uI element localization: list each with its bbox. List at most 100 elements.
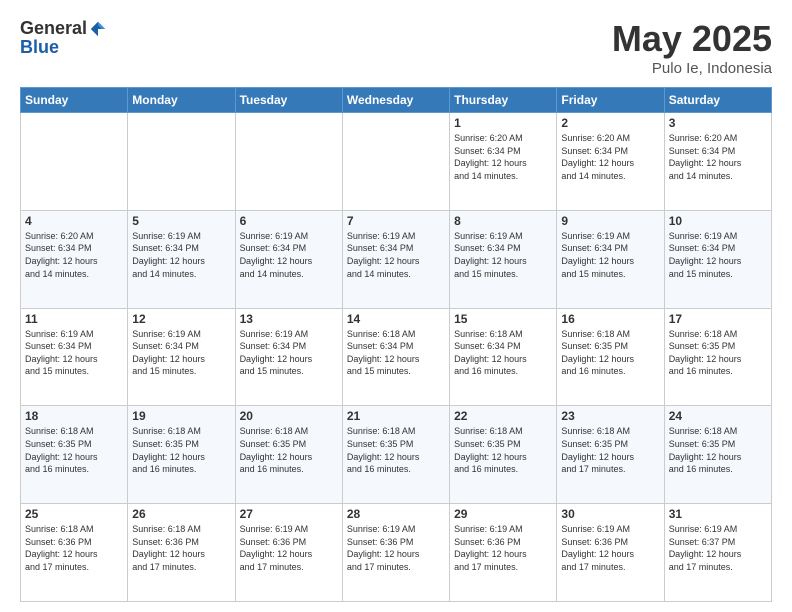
calendar-cell: 22Sunrise: 6:18 AMSunset: 6:35 PMDayligh… — [450, 406, 557, 504]
day-info: Sunrise: 6:19 AMSunset: 6:36 PMDaylight:… — [347, 523, 445, 573]
calendar-cell: 29 Sunrise: 6:19 AMSunset: 6:36 PMDayligh… — [450, 504, 557, 602]
day-info: Sunrise: 6:19 AMSunset: 6:34 PMDaylight:… — [561, 230, 659, 280]
day-info: Sunrise: 6:18 AMSunset: 6:35 PMDaylight:… — [561, 328, 659, 378]
day-number: 4 — [25, 214, 123, 228]
calendar-cell: 31 Sunrise: 6:19 AMSunset: 6:37 PMDayligh… — [664, 504, 771, 602]
day-number: 12 — [132, 312, 230, 326]
col-header-saturday: Saturday — [664, 88, 771, 113]
calendar-cell: 6Sunrise: 6:19 AMSunset: 6:34 PMDaylight… — [235, 210, 342, 308]
day-number: 30 — [561, 507, 659, 521]
day-info: Sunrise: 6:18 AMSunset: 6:35 PMDaylight:… — [669, 425, 767, 475]
day-number: 24 — [669, 409, 767, 423]
calendar-cell: 19 Sunrise: 6:18 AMSunset: 6:35 PMDayligh… — [128, 406, 235, 504]
day-info: Sunrise: 6:18 AMSunset: 6:35 PMDaylight:… — [561, 425, 659, 475]
calendar-row-week-5: 25Sunrise: 6:18 AMSunset: 6:36 PMDayligh… — [21, 504, 772, 602]
day-number: 17 — [669, 312, 767, 326]
calendar-cell: 2 Sunrise: 6:20 AMSunset: 6:34 PMDaylight… — [557, 113, 664, 211]
day-number: 11 — [25, 312, 123, 326]
day-info: Sunrise: 6:18 AMSunset: 6:34 PMDaylight:… — [347, 328, 445, 378]
day-info: Sunrise: 6:18 AMSunset: 6:36 PMDaylight:… — [25, 523, 123, 573]
day-info: Sunrise: 6:19 AMSunset: 6:37 PMDaylight:… — [669, 523, 767, 573]
calendar-cell: 3 Sunrise: 6:20 AMSunset: 6:34 PMDaylight… — [664, 113, 771, 211]
calendar-row-week-1: 1 Sunrise: 6:20 AMSunset: 6:34 PMDaylight… — [21, 113, 772, 211]
logo: General Blue — [20, 18, 107, 58]
calendar-cell: 4 Sunrise: 6:20 AMSunset: 6:34 PMDaylight… — [21, 210, 128, 308]
day-info: Sunrise: 6:18 AMSunset: 6:36 PMDaylight:… — [132, 523, 230, 573]
day-number: 8 — [454, 214, 552, 228]
calendar-cell: 10 Sunrise: 6:19 AMSunset: 6:34 PMDayligh… — [664, 210, 771, 308]
calendar-cell: 12 Sunrise: 6:19 AMSunset: 6:34 PMDayligh… — [128, 308, 235, 406]
day-info: Sunrise: 6:19 AMSunset: 6:34 PMDaylight:… — [669, 230, 767, 280]
calendar-cell — [21, 113, 128, 211]
calendar-cell: 21Sunrise: 6:18 AMSunset: 6:35 PMDayligh… — [342, 406, 449, 504]
calendar-row-week-4: 18Sunrise: 6:18 AMSunset: 6:35 PMDayligh… — [21, 406, 772, 504]
day-number: 10 — [669, 214, 767, 228]
logo-text: General — [20, 18, 107, 39]
day-info: Sunrise: 6:20 AMSunset: 6:34 PMDaylight:… — [561, 132, 659, 182]
title-block: May 2025 Pulo Ie, Indonesia — [612, 18, 772, 77]
day-number: 13 — [240, 312, 338, 326]
day-info: Sunrise: 6:20 AMSunset: 6:34 PMDaylight:… — [669, 132, 767, 182]
day-number: 19 — [132, 409, 230, 423]
logo-blue-text: Blue — [20, 37, 59, 57]
calendar-cell: 27 Sunrise: 6:19 AMSunset: 6:36 PMDayligh… — [235, 504, 342, 602]
calendar-cell: 8 Sunrise: 6:19 AMSunset: 6:34 PMDaylight… — [450, 210, 557, 308]
day-number: 23 — [561, 409, 659, 423]
calendar-cell: 24 Sunrise: 6:18 AMSunset: 6:35 PMDayligh… — [664, 406, 771, 504]
day-info: Sunrise: 6:19 AMSunset: 6:34 PMDaylight:… — [454, 230, 552, 280]
calendar-cell — [342, 113, 449, 211]
day-number: 3 — [669, 116, 767, 130]
day-number: 15 — [454, 312, 552, 326]
day-number: 31 — [669, 507, 767, 521]
page: General Blue May 2025 Pulo Ie, Indonesia… — [0, 0, 792, 612]
title-month: May 2025 — [612, 18, 772, 60]
col-header-sunday: Sunday — [21, 88, 128, 113]
calendar-row-week-3: 11 Sunrise: 6:19 AMSunset: 6:34 PMDayligh… — [21, 308, 772, 406]
day-info: Sunrise: 6:19 AMSunset: 6:36 PMDaylight:… — [454, 523, 552, 573]
day-info: Sunrise: 6:20 AMSunset: 6:34 PMDaylight:… — [25, 230, 123, 280]
title-location: Pulo Ie, Indonesia — [612, 60, 772, 77]
day-number: 29 — [454, 507, 552, 521]
day-info: Sunrise: 6:18 AMSunset: 6:35 PMDaylight:… — [132, 425, 230, 475]
col-header-tuesday: Tuesday — [235, 88, 342, 113]
day-info: Sunrise: 6:19 AMSunset: 6:34 PMDaylight:… — [25, 328, 123, 378]
calendar-cell: 25Sunrise: 6:18 AMSunset: 6:36 PMDayligh… — [21, 504, 128, 602]
calendar-cell: 16 Sunrise: 6:18 AMSunset: 6:35 PMDayligh… — [557, 308, 664, 406]
day-info: Sunrise: 6:19 AMSunset: 6:34 PMDaylight:… — [240, 328, 338, 378]
day-info: Sunrise: 6:18 AMSunset: 6:35 PMDaylight:… — [347, 425, 445, 475]
calendar-cell: 20Sunrise: 6:18 AMSunset: 6:35 PMDayligh… — [235, 406, 342, 504]
calendar-cell: 23 Sunrise: 6:18 AMSunset: 6:35 PMDayligh… — [557, 406, 664, 504]
day-info: Sunrise: 6:19 AMSunset: 6:34 PMDaylight:… — [132, 328, 230, 378]
day-number: 20 — [240, 409, 338, 423]
day-number: 5 — [132, 214, 230, 228]
col-header-thursday: Thursday — [450, 88, 557, 113]
day-info: Sunrise: 6:19 AMSunset: 6:34 PMDaylight:… — [347, 230, 445, 280]
calendar-cell: 7 Sunrise: 6:19 AMSunset: 6:34 PMDaylight… — [342, 210, 449, 308]
day-info: Sunrise: 6:18 AMSunset: 6:35 PMDaylight:… — [25, 425, 123, 475]
day-info: Sunrise: 6:18 AMSunset: 6:35 PMDaylight:… — [454, 425, 552, 475]
calendar-cell: 15 Sunrise: 6:18 AMSunset: 6:34 PMDayligh… — [450, 308, 557, 406]
calendar-cell — [128, 113, 235, 211]
header: General Blue May 2025 Pulo Ie, Indonesia — [20, 18, 772, 77]
calendar-cell: 17 Sunrise: 6:18 AMSunset: 6:35 PMDayligh… — [664, 308, 771, 406]
day-number: 26 — [132, 507, 230, 521]
day-number: 1 — [454, 116, 552, 130]
calendar-cell: 18Sunrise: 6:18 AMSunset: 6:35 PMDayligh… — [21, 406, 128, 504]
calendar-cell: 30Sunrise: 6:19 AMSunset: 6:36 PMDayligh… — [557, 504, 664, 602]
day-number: 16 — [561, 312, 659, 326]
day-number: 27 — [240, 507, 338, 521]
calendar-cell: 14Sunrise: 6:18 AMSunset: 6:34 PMDayligh… — [342, 308, 449, 406]
day-number: 2 — [561, 116, 659, 130]
day-info: Sunrise: 6:18 AMSunset: 6:34 PMDaylight:… — [454, 328, 552, 378]
day-info: Sunrise: 6:19 AMSunset: 6:34 PMDaylight:… — [240, 230, 338, 280]
calendar-cell: 11 Sunrise: 6:19 AMSunset: 6:34 PMDayligh… — [21, 308, 128, 406]
calendar-cell: 26 Sunrise: 6:18 AMSunset: 6:36 PMDayligh… — [128, 504, 235, 602]
day-number: 7 — [347, 214, 445, 228]
calendar-cell: 5Sunrise: 6:19 AMSunset: 6:34 PMDaylight… — [128, 210, 235, 308]
day-info: Sunrise: 6:19 AMSunset: 6:36 PMDaylight:… — [240, 523, 338, 573]
day-info: Sunrise: 6:18 AMSunset: 6:35 PMDaylight:… — [669, 328, 767, 378]
col-header-wednesday: Wednesday — [342, 88, 449, 113]
calendar-row-week-2: 4 Sunrise: 6:20 AMSunset: 6:34 PMDaylight… — [21, 210, 772, 308]
day-number: 28 — [347, 507, 445, 521]
calendar-header-row: SundayMondayTuesdayWednesdayThursdayFrid… — [21, 88, 772, 113]
